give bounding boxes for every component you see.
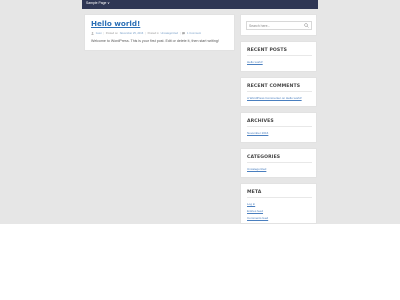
widget-title: RECENT POSTS — [247, 48, 287, 53]
search-box — [246, 21, 312, 30]
meta-login-link[interactable]: Log in — [247, 202, 255, 206]
archive-link[interactable]: November 2016 — [247, 131, 268, 135]
post-title-link[interactable]: Hello world! — [91, 19, 140, 28]
meta-separator: | — [145, 31, 146, 35]
widget-divider — [247, 91, 312, 92]
recent-post-link[interactable]: Hello world! — [247, 60, 263, 64]
meta-separator: | — [103, 31, 104, 35]
search-widget — [240, 14, 317, 36]
widget-title: META — [247, 190, 262, 195]
posted-in-label: Posted in — [147, 31, 159, 35]
nav-link-sample-page[interactable]: Sample Page ∨ — [86, 1, 110, 5]
comment-icon — [182, 31, 186, 35]
post-comments-link[interactable]: 1 Comment — [187, 32, 201, 35]
meta-widget: META Log in Entries feed Comments feed — [240, 183, 317, 224]
widget-divider — [247, 55, 312, 56]
meta-entries-feed-link[interactable]: Entries feed — [247, 209, 263, 213]
meta-comments-feed-link[interactable]: Comments feed — [247, 216, 268, 220]
post-author[interactable]: Gust — [96, 32, 102, 35]
page-footer-area — [0, 224, 400, 300]
recent-posts-widget: RECENT POSTS Hello world! — [240, 41, 317, 72]
post-date[interactable]: November 25, 2016 — [120, 32, 144, 35]
widget-title: RECENT COMMENTS — [247, 84, 301, 89]
post-card: Hello world! Gust | Posted on November 2… — [84, 14, 235, 51]
posted-on-label: Posted on — [105, 31, 118, 35]
widget-divider — [247, 126, 312, 127]
widget-divider — [247, 162, 312, 163]
post-category[interactable]: Uncategorized — [161, 32, 178, 35]
user-icon — [91, 31, 94, 35]
recent-comment-link[interactable]: A WordPress Commenter on Hello world! — [247, 96, 302, 100]
widget-title: CATEGORIES — [247, 155, 281, 160]
search-icon[interactable] — [304, 23, 309, 28]
search-input[interactable] — [249, 22, 304, 29]
recent-comments-widget: RECENT COMMENTS A WordPress Commenter on… — [240, 77, 317, 107]
category-link[interactable]: Uncategorized — [247, 167, 266, 171]
widget-divider — [247, 197, 312, 198]
post-meta: Gust | Posted on November 25, 2016 | Pos… — [91, 31, 201, 35]
meta-separator: | — [179, 31, 181, 35]
archives-widget: ARCHIVES November 2016 — [240, 112, 317, 143]
categories-widget: CATEGORIES Uncategorized — [240, 148, 317, 178]
top-navigation-bar: Sample Page ∨ — [82, 0, 318, 9]
post-excerpt: Welcome to WordPress. This is your first… — [91, 39, 219, 43]
widget-title: ARCHIVES — [247, 119, 274, 124]
